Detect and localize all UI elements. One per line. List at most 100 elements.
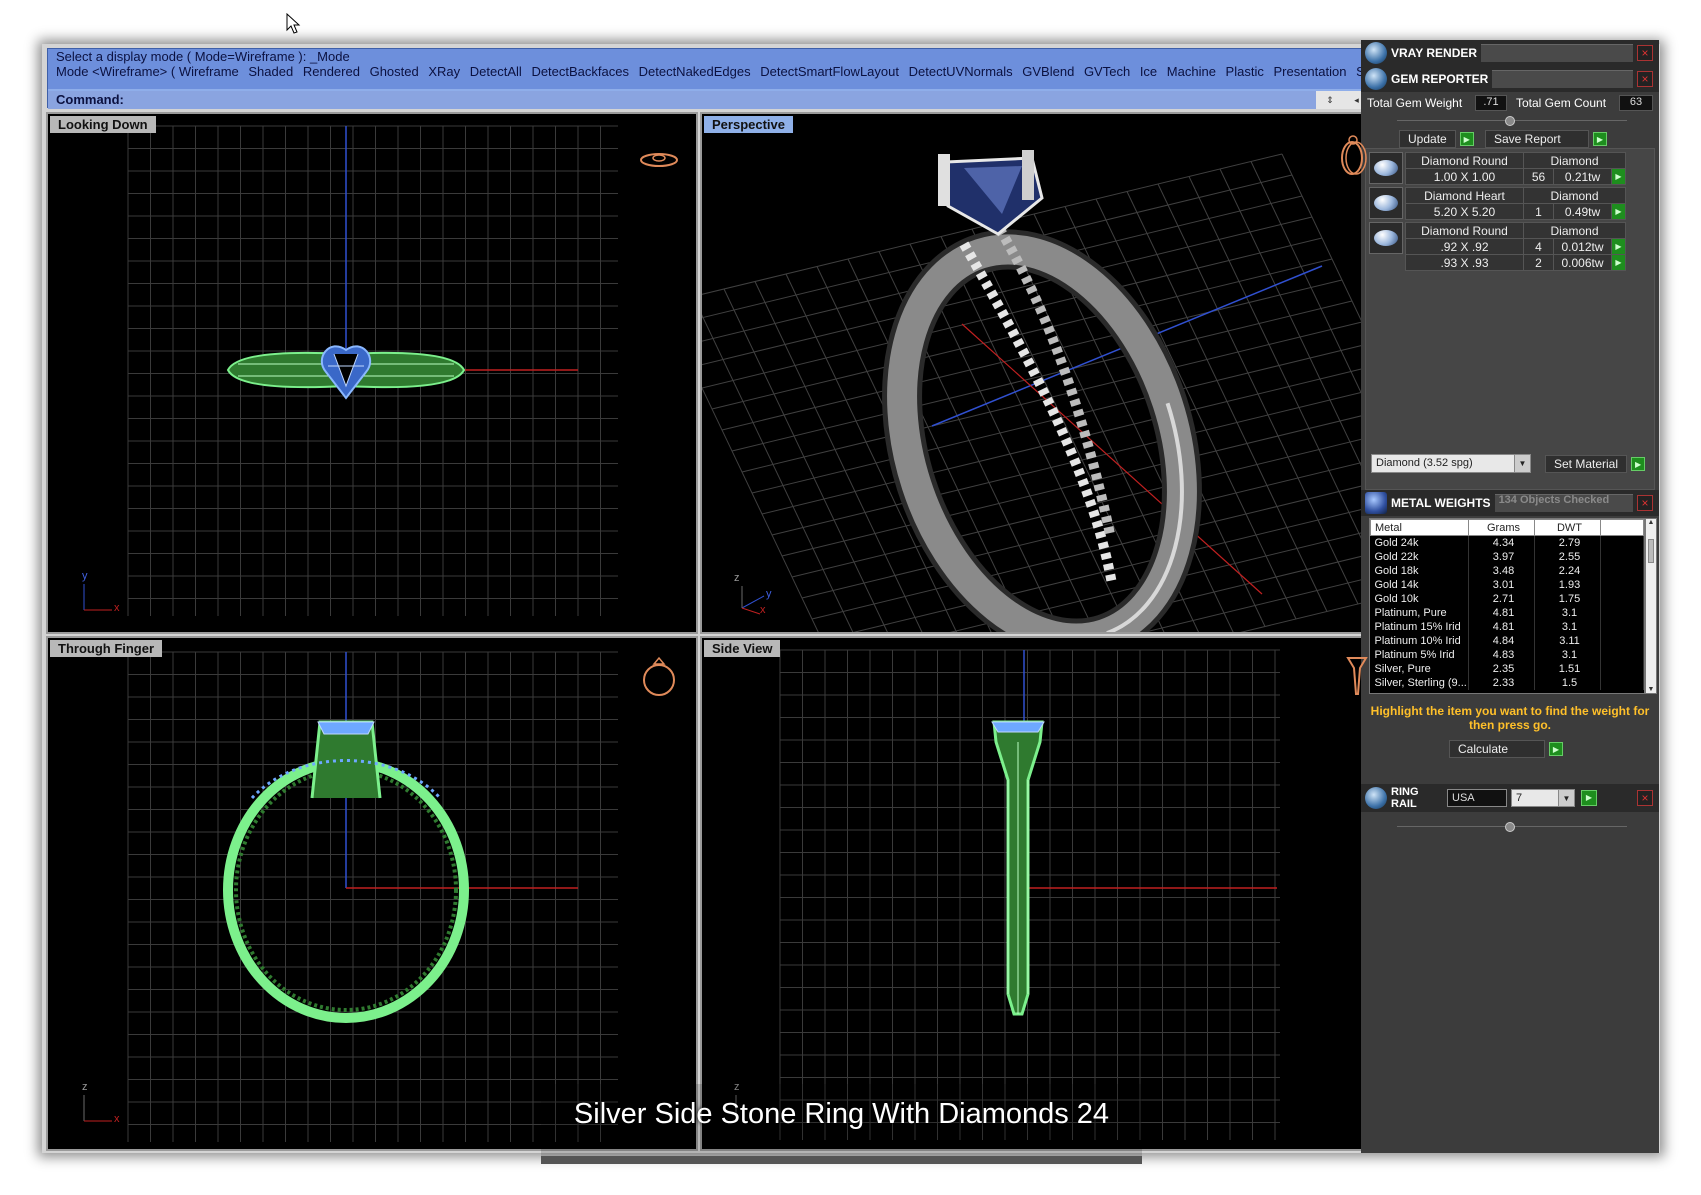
table-row[interactable]: Platinum 5% Irid 4.83 3.1 (1370, 647, 1644, 662)
heart-diamond-icon (1369, 187, 1403, 219)
mode-option-machine[interactable]: Machine (1167, 64, 1216, 79)
vray-close-icon[interactable]: × (1637, 45, 1653, 61)
gem-go-icon[interactable]: ▶ (1611, 254, 1626, 271)
spin-icon[interactable]: ⇕ (1326, 95, 1334, 106)
gem-item[interactable]: Diamond Heart Diamond 5.20 X 5.20 1 0.49tw ▶ (1369, 187, 1653, 220)
mode-option-plastic[interactable]: Plastic (1226, 64, 1264, 79)
mode-option-presentation[interactable]: Presentation (1273, 64, 1346, 79)
viewport-title-looking-down[interactable]: Looking Down (50, 116, 156, 133)
ring-rail-header[interactable]: RING RAIL USA 7 ▼ ▶ × (1361, 784, 1659, 812)
table-row[interactable]: Gold 24k 4.34 2.79 (1370, 535, 1644, 550)
viewport-side-view[interactable]: Side View z (700, 636, 1396, 1151)
gem-go-icon[interactable]: ▶ (1611, 168, 1626, 185)
vray-render-header[interactable]: VRAY RENDER × (1361, 40, 1659, 66)
grams-cell: 4.34 (1468, 535, 1535, 550)
metal-weights-scrollbar[interactable]: ▲ ▼ (1645, 518, 1657, 694)
mode-option-rendered[interactable]: Rendered (303, 64, 360, 79)
update-go-icon[interactable]: ▶ (1459, 132, 1474, 146)
mode-option-gvtech[interactable]: GVTech (1084, 64, 1130, 79)
viewport-title-perspective[interactable]: Perspective (704, 116, 793, 133)
grams-cell: 2.33 (1468, 675, 1535, 690)
gem-item[interactable]: Diamond Round Diamond .92 X .92 4 0.012tw ▶ … (1369, 222, 1653, 271)
table-row[interactable]: Gold 22k 3.97 2.55 (1370, 549, 1644, 564)
command-prompt[interactable]: Command: (48, 91, 1373, 109)
gem-material: Diamond (1523, 152, 1626, 169)
mode-option-detectsmartflowlayout[interactable]: DetectSmartFlowLayout (760, 64, 899, 79)
table-row[interactable]: Silver, Sterling (9... 2.33 1.5 (1370, 675, 1644, 690)
table-row[interactable]: Platinum 15% Irid 4.81 3.1 (1370, 619, 1644, 634)
mode-option-detectbackfaces[interactable]: DetectBackfaces (531, 64, 629, 79)
set-material-label[interactable]: Set Material (1545, 455, 1628, 473)
gem-item-table: Diamond Heart Diamond 5.20 X 5.20 1 0.49tw ▶ (1405, 187, 1626, 220)
save-report-go-icon[interactable]: ▶ (1593, 132, 1607, 146)
table-row[interactable]: Gold 14k 3.01 1.93 (1370, 577, 1644, 592)
set-material-button[interactable]: Set Material ▶ (1545, 455, 1646, 473)
table-row[interactable]: Platinum 10% Irid 4.84 3.11 (1370, 633, 1644, 648)
calculate-go-icon[interactable]: ▶ (1549, 742, 1563, 756)
arrow-left-icon[interactable]: ◂ (1354, 95, 1359, 106)
dwt-cell: 3.1 (1534, 619, 1601, 634)
dwt-column-header[interactable]: DWT (1534, 519, 1601, 536)
save-report-label[interactable]: Save Report (1485, 130, 1589, 148)
gem-size: 5.20 X 5.20 (1405, 203, 1524, 220)
table-row[interactable]: Silver, Pure 2.35 1.51 (1370, 661, 1644, 676)
metal-cell: Gold 22k (1370, 549, 1469, 564)
scroll-down-icon[interactable]: ▼ (1646, 686, 1656, 693)
ring-top-view-icon (636, 138, 682, 184)
viewport-perspective[interactable]: Perspective z y x (700, 112, 1396, 634)
vray-render-title: VRAY RENDER (1391, 46, 1478, 60)
gem-panel-slider[interactable] (1505, 116, 1515, 126)
calculate-button[interactable]: Calculate ▶ (1449, 740, 1563, 758)
update-button[interactable]: Update ▶ (1399, 130, 1474, 148)
metal-objects-checked: 134 Objects Checked (1494, 494, 1633, 512)
gem-weight: 0.012tw (1553, 238, 1612, 255)
ring-rail-icon (1365, 787, 1387, 809)
material-select[interactable]: Diamond (3.52 spg) ▼ (1371, 454, 1531, 473)
grams-cell: 4.81 (1468, 619, 1535, 634)
ring-rail-close-icon[interactable]: × (1637, 790, 1653, 806)
table-row[interactable]: Platinum, Pure 4.81 3.1 (1370, 605, 1644, 620)
grams-cell: 4.83 (1468, 647, 1535, 662)
viewport-through-finger[interactable]: Through Finger z x (46, 636, 698, 1151)
table-row[interactable]: Gold 18k 3.48 2.24 (1370, 563, 1644, 578)
metal-weights-table[interactable]: Metal Grams DWT Gold 24k 4.34 2.79 Gold 22k… (1369, 518, 1645, 694)
gem-reporter-icon (1365, 68, 1387, 90)
viewport-title-through-finger[interactable]: Through Finger (50, 640, 163, 657)
mode-option-detectall[interactable]: DetectAll (470, 64, 522, 79)
grams-column-header[interactable]: Grams (1468, 519, 1535, 536)
gem-go-icon[interactable]: ▶ (1611, 238, 1626, 255)
mode-option-xray[interactable]: XRay (428, 64, 460, 79)
mode-option-gvblend[interactable]: GVBlend (1022, 64, 1074, 79)
metal-column-header[interactable]: Metal (1370, 519, 1469, 536)
gem-go-icon[interactable]: ▶ (1611, 203, 1626, 220)
viewport-title-side-view[interactable]: Side View (704, 640, 781, 657)
ring-region-select[interactable]: USA (1447, 789, 1507, 807)
gem-reporter-close-icon[interactable]: × (1637, 71, 1653, 87)
ring-size-select[interactable]: 7 ▼ (1511, 789, 1575, 807)
ring-side-wireframe (991, 720, 1045, 1016)
ring-rail-go-icon[interactable]: ▶ (1581, 790, 1597, 806)
scroll-up-icon[interactable]: ▲ (1646, 519, 1656, 526)
set-material-go-icon[interactable]: ▶ (1631, 457, 1646, 471)
gem-item[interactable]: Diamond Round Diamond 1.00 X 1.00 56 0.21tw… (1369, 152, 1653, 185)
calculate-label[interactable]: Calculate (1449, 740, 1545, 758)
metal-weights-close-icon[interactable]: × (1637, 495, 1653, 511)
metal-cell: Platinum 15% Irid (1370, 619, 1469, 634)
mode-option-detectuvnormals[interactable]: DetectUVNormals (909, 64, 1013, 79)
save-report-button[interactable]: Save Report ▶ (1485, 130, 1607, 148)
metal-weights-header[interactable]: METAL WEIGHTS 134 Objects Checked × (1361, 490, 1659, 516)
mode-option-ice[interactable]: Ice (1140, 64, 1157, 79)
table-row[interactable]: Gold 10k 2.71 1.75 (1370, 591, 1644, 606)
command-area[interactable]: Select a display mode ( Mode=Wireframe )… (47, 48, 1395, 109)
scroll-thumb[interactable] (1648, 539, 1654, 563)
gem-reporter-header[interactable]: GEM REPORTER × (1361, 66, 1659, 92)
update-button-label[interactable]: Update (1399, 130, 1456, 148)
mode-option-shaded[interactable]: Shaded (248, 64, 293, 79)
mode-option-ghosted[interactable]: Ghosted (370, 64, 419, 79)
viewport-looking-down[interactable]: Looking Down y x (46, 112, 698, 634)
ring-rail-slider[interactable] (1505, 822, 1515, 832)
chevron-down-icon[interactable]: ▼ (1558, 790, 1574, 806)
mode-option-detectnakededges[interactable]: DetectNakedEdges (639, 64, 751, 79)
dwt-cell: 1.75 (1534, 591, 1601, 606)
chevron-down-icon[interactable]: ▼ (1514, 455, 1530, 472)
